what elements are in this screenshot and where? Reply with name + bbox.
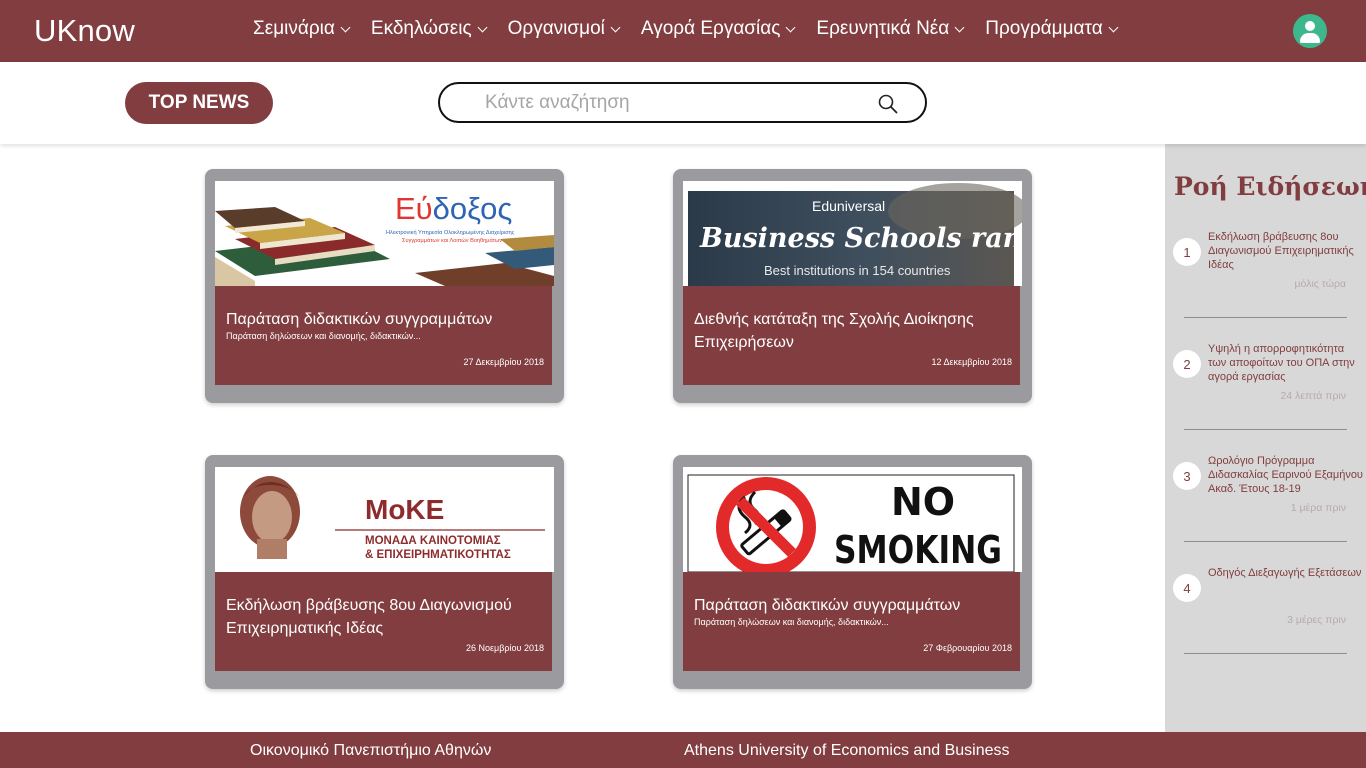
svg-text:SMOKING: SMOKING — [834, 528, 1002, 572]
feed-item[interactable]: 2 Υψηλή η απορροφητικότητα των αποφοίτων… — [1165, 343, 1366, 462]
feed-item[interactable]: 1 Εκδήλωση βράβευσης 8ου Διαγωνισμού Επι… — [1165, 231, 1366, 350]
nav-item-programs[interactable]: Προγράμματα — [985, 18, 1119, 40]
news-card-description: Παράταση δηλώσεων και διανομής, διδακτικ… — [694, 617, 889, 627]
news-card-panel: Παράταση διδακτικών συγγραμμάτων Παράτασ… — [215, 286, 552, 385]
no-smoking-sign: NO SMOKING — [683, 467, 1022, 572]
svg-text:Eduniversal: Eduniversal — [812, 198, 885, 214]
news-card-title[interactable]: Διεθνής κατάταξη της Σχολής Διοίκησης Επ… — [694, 308, 1012, 354]
feed-item-text[interactable]: Οδηγός Διεξαγωγής Εξετάσεων — [1208, 566, 1363, 580]
news-card-date: 12 Δεκεμβρίου 2018 — [931, 357, 1012, 367]
feed-divider — [1184, 541, 1347, 542]
svg-text:& ΕΠΙΧΕΙΡΗΜΑΤΙΚΟΤΗΤΑΣ: & ΕΠΙΧΕΙΡΗΜΑΤΙΚΟΤΗΤΑΣ — [365, 549, 511, 561]
feed-item-time: 1 μέρα πριν — [1290, 502, 1346, 514]
news-card-image: MoKE ΜΟΝΑΔΑ ΚΑΙΝΟΤΟΜΙΑΣ & ΕΠΙΧΕΙΡΗΜΑΤΙΚΟ… — [215, 467, 554, 572]
news-card[interactable]: Eduniversal Business Schools ranking Bes… — [673, 169, 1032, 403]
news-feed-title: Ροή Ειδήσεων — [1174, 172, 1366, 201]
nav-item-job-market[interactable]: Αγορά Εργασίας — [640, 18, 796, 40]
news-card-panel: Εκδήλωση βράβευσης 8ου Διαγωνισμού Επιχε… — [215, 572, 552, 671]
ranking-banner: Eduniversal Business Schools ranking Bes… — [683, 181, 1022, 286]
footer: Οικονομικό Πανεπιστήμιο Αθηνών Athens Un… — [0, 732, 1366, 768]
feed-item[interactable]: 4 Οδηγός Διεξαγωγής Εξετάσεων 3 μέρες πρ… — [1165, 567, 1366, 686]
nav-item-label: Εκδηλώσεις — [370, 18, 472, 39]
news-card-panel: Παράταση διδακτικών συγγραμμάτων Παράτασ… — [683, 572, 1020, 671]
svg-text:ΜΟΝΑΔΑ ΚΑΙΝΟΤΟΜΙΑΣ: ΜΟΝΑΔΑ ΚΑΙΝΟΤΟΜΙΑΣ — [365, 535, 501, 547]
nav-item-organizations[interactable]: Οργανισμοί — [507, 18, 621, 40]
user-icon-body — [1300, 33, 1320, 43]
feed-item-time: 3 μέρες πριν — [1287, 614, 1346, 626]
footer-university-english: Athens University of Economics and Busin… — [684, 742, 1010, 759]
main-nav: Σεμινάρια Εκδηλώσεις Οργανισμοί Αγορά Ερ… — [253, 18, 1139, 40]
chevron-down-icon — [477, 22, 488, 32]
svg-text:Best institutions in 154 count: Best institutions in 154 countries — [764, 263, 951, 278]
chevron-down-icon — [610, 22, 621, 32]
news-card-date: 27 Φεβρουαρίου 2018 — [923, 643, 1012, 653]
nav-item-label: Σεμινάρια — [253, 18, 335, 39]
feed-item-text[interactable]: Υψηλή η απορροφητικότητα των αποφοίτων τ… — [1208, 342, 1363, 384]
nav-item-label: Ερευνητικά Νέα — [816, 18, 950, 39]
user-avatar[interactable] — [1293, 14, 1327, 48]
chevron-down-icon — [340, 22, 351, 32]
feed-divider — [1184, 429, 1347, 430]
nav-item-research-news[interactable]: Ερευνητικά Νέα — [816, 18, 965, 40]
top-navbar: UKnow Σεμινάρια Εκδηλώσεις Οργανισμοί Αγ… — [0, 0, 1366, 62]
eudoxus-brand: Εύδοξος — [395, 191, 512, 226]
feed-item-time: 24 λεπτά πριν — [1280, 390, 1346, 402]
nav-item-label: Αγορά Εργασίας — [640, 18, 781, 39]
news-card-title[interactable]: Παράταση διδακτικών συγγραμμάτων — [694, 594, 1012, 617]
news-card-panel: Διεθνής κατάταξη της Σχολής Διοίκησης Επ… — [683, 286, 1020, 385]
news-grid: Εύδοξος Ηλεκτρονική Υπηρεσία Ολοκληρωμέν… — [0, 144, 1165, 732]
news-card-date: 26 Νοεμβρίου 2018 — [466, 643, 544, 653]
footer-university-greek: Οικονομικό Πανεπιστήμιο Αθηνών — [250, 742, 492, 759]
news-card-image: Eduniversal Business Schools ranking Bes… — [683, 181, 1022, 286]
feed-divider — [1184, 653, 1347, 654]
top-news-button[interactable]: TOP NEWS — [125, 82, 273, 124]
search-input[interactable] — [485, 91, 865, 115]
search-icon[interactable] — [877, 93, 899, 115]
svg-text:Συγγραμμάτων και Λοιπών Βοηθημ: Συγγραμμάτων και Λοιπών Βοηθημάτων — [402, 237, 502, 244]
feed-item-number: 3 — [1173, 462, 1201, 490]
feed-item[interactable]: 3 Ωρολόγιο Πρόγραμμα Διδασκαλίας Εαρινού… — [1165, 455, 1366, 574]
nav-item-label: Προγράμματα — [985, 18, 1103, 39]
news-card-title[interactable]: Παράταση διδακτικών συγγραμμάτων — [226, 308, 544, 331]
news-feed-sidebar: Ροή Ειδήσεων 1 Εκδήλωση βράβευσης 8ου Δι… — [1165, 144, 1366, 732]
app-logo[interactable]: UKnow — [34, 13, 135, 49]
svg-text:NO: NO — [891, 480, 955, 524]
search-box[interactable] — [438, 82, 927, 123]
chevron-down-icon — [1108, 22, 1119, 32]
books-illustration: Εύδοξος Ηλεκτρονική Υπηρεσία Ολοκληρωμέν… — [215, 181, 554, 286]
feed-item-text[interactable]: Ωρολόγιο Πρόγραμμα Διδασκαλίας Εαρινού Ε… — [1208, 454, 1363, 496]
feed-item-number: 4 — [1173, 574, 1201, 602]
nav-item-seminars[interactable]: Σεμινάρια — [253, 18, 351, 40]
news-card[interactable]: Εύδοξος Ηλεκτρονική Υπηρεσία Ολοκληρωμέν… — [205, 169, 564, 403]
news-card[interactable]: MoKE ΜΟΝΑΔΑ ΚΑΙΝΟΤΟΜΙΑΣ & ΕΠΙΧΕΙΡΗΜΑΤΙΚΟ… — [205, 455, 564, 689]
news-card-title[interactable]: Εκδήλωση βράβευσης 8ου Διαγωνισμού Επιχε… — [226, 594, 544, 640]
svg-text:Business Schools ranking: Business Schools ranking — [699, 223, 1022, 254]
news-card-image: NO SMOKING — [683, 467, 1022, 572]
moke-logo-banner: MoKE ΜΟΝΑΔΑ ΚΑΙΝΟΤΟΜΙΑΣ & ΕΠΙΧΕΙΡΗΜΑΤΙΚΟ… — [215, 467, 554, 572]
feed-item-text[interactable]: Εκδήλωση βράβευσης 8ου Διαγωνισμού Επιχε… — [1208, 230, 1363, 272]
chevron-down-icon — [954, 22, 965, 32]
nav-item-label: Οργανισμοί — [507, 18, 605, 39]
news-card-date: 27 Δεκεμβρίου 2018 — [463, 357, 544, 367]
news-card-description: Παράταση δηλώσεων και διανομής, διδακτικ… — [226, 331, 421, 341]
chevron-down-icon — [785, 22, 796, 32]
svg-text:Ηλεκτρονική Υπηρεσία Ολοκληρωμ: Ηλεκτρονική Υπηρεσία Ολοκληρωμένης Διαχε… — [386, 229, 515, 236]
feed-divider — [1184, 317, 1347, 318]
svg-text:MoKE: MoKE — [365, 494, 444, 525]
feed-item-number: 1 — [1173, 238, 1201, 266]
news-card-image: Εύδοξος Ηλεκτρονική Υπηρεσία Ολοκληρωμέν… — [215, 181, 554, 286]
feed-item-time: μόλις τώρα — [1294, 278, 1347, 290]
user-icon — [1305, 21, 1315, 31]
news-card[interactable]: NO SMOKING Παράταση διδακτικών συγγραμμά… — [673, 455, 1032, 689]
sub-header: TOP NEWS — [0, 62, 1366, 144]
feed-item-number: 2 — [1173, 350, 1201, 378]
nav-item-events[interactable]: Εκδηλώσεις — [370, 18, 488, 40]
